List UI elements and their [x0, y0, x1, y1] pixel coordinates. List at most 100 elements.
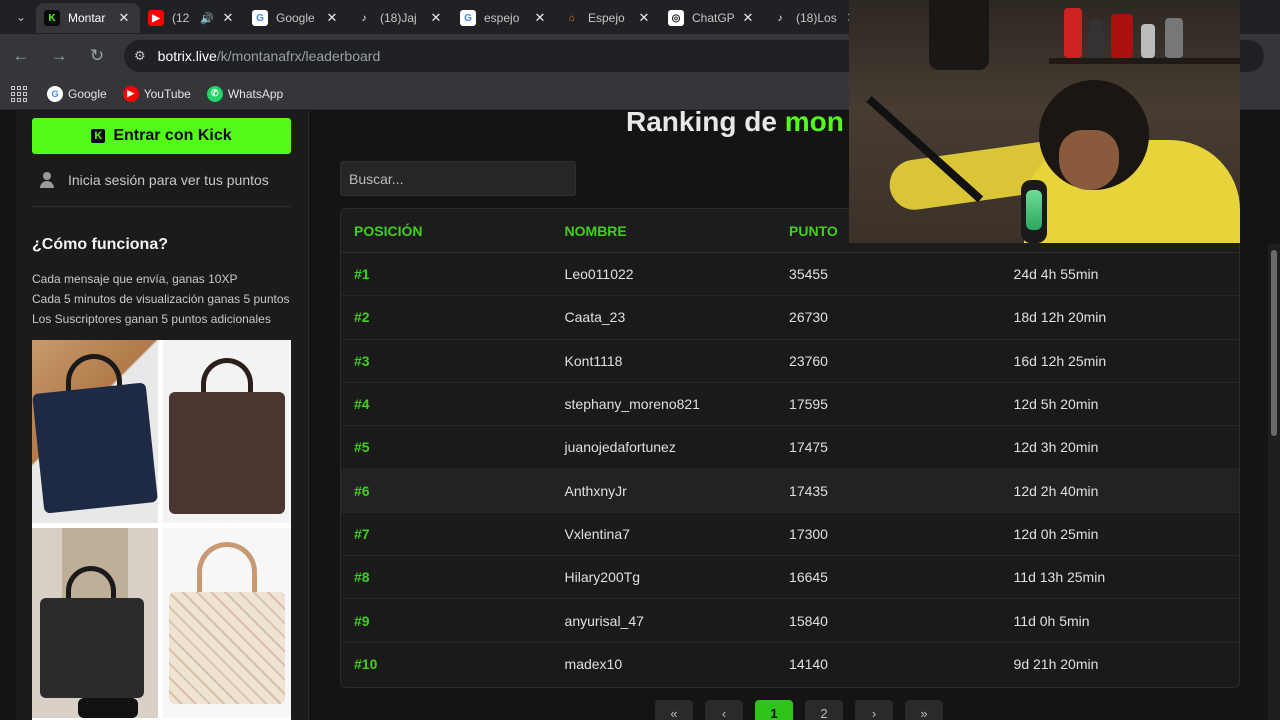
channel-name: mon: [784, 111, 844, 137]
page-button[interactable]: ›: [855, 700, 893, 720]
points-cell: 16645: [789, 569, 828, 586]
page-title: Ranking de mon: [626, 111, 844, 138]
tab-search-chevron-icon[interactable]: ⌄: [6, 4, 36, 30]
apps-grid-icon[interactable]: [11, 85, 27, 102]
tab-favicon-icon: ♪: [772, 10, 788, 26]
watchtime-cell: 18d 12h 20min: [1013, 309, 1107, 326]
points-cell: 15840: [789, 612, 828, 629]
search-input[interactable]: [340, 161, 576, 196]
rank-cell: #6: [354, 482, 370, 499]
watchtime-cell: 12d 5h 20min: [1013, 396, 1099, 413]
tab-close-icon[interactable]: ✕: [636, 10, 652, 26]
username-cell: anyurisal_47: [564, 612, 644, 629]
rank-cell: #3: [354, 352, 370, 369]
username-cell: Caata_23: [564, 309, 626, 326]
back-arrow-icon[interactable]: ←: [4, 39, 38, 73]
table-row[interactable]: #9 anyurisal_47 15840 11d 0h 5min: [341, 599, 1239, 643]
points-cell: 17300: [789, 525, 828, 542]
how-line: Los Suscriptores ganan 5 puntos adiciona…: [32, 312, 271, 326]
column-header-name[interactable]: NOMBRE: [565, 223, 790, 239]
page-title-prefix: Ranking de: [626, 111, 785, 137]
login-kick-button[interactable]: K Entrar con Kick: [32, 118, 291, 154]
tab-close-icon[interactable]: ✕: [116, 10, 132, 26]
bookmark-youtube[interactable]: ▶ YouTube: [122, 85, 191, 102]
ad-image-navy-bag: [32, 340, 158, 523]
browser-tab[interactable]: ⌂ Espejo ✕: [556, 3, 660, 33]
table-row[interactable]: #10 madex10 14140 9d 21h 20min: [341, 643, 1239, 686]
table-row[interactable]: #3 Kont1118 23760 16d 12h 25min: [341, 340, 1239, 383]
table-row[interactable]: #1 Leo011022 35455 24d 4h 55min: [341, 253, 1239, 297]
table-row[interactable]: #5 juanojedafortunez 17475 12d 3h 20min: [341, 426, 1239, 470]
scrollbar-thumb[interactable]: [1271, 250, 1277, 436]
page-button[interactable]: 2: [805, 700, 843, 720]
rank-cell: #8: [354, 569, 370, 586]
tab-close-icon[interactable]: ✕: [740, 10, 756, 26]
tab-close-icon[interactable]: ✕: [220, 10, 236, 26]
tab-close-icon[interactable]: ✕: [324, 10, 340, 26]
rank-cell: #5: [354, 439, 370, 456]
page-scrollbar[interactable]: [1268, 244, 1280, 720]
tab-favicon-icon: ♪: [356, 10, 372, 26]
username-cell: stephany_moreno821: [564, 396, 700, 413]
page-button[interactable]: «: [655, 700, 693, 720]
bookmark-label: YouTube: [143, 86, 191, 101]
table-row[interactable]: #7 Vxlentina7 17300 12d 0h 25min: [341, 513, 1239, 557]
kick-logo-icon: K: [91, 129, 106, 143]
tab-audio-icon[interactable]: 🔊: [200, 12, 214, 25]
rank-cell: #10: [354, 656, 378, 673]
table-row[interactable]: #2 Caata_23 26730 18d 12h 20min: [341, 296, 1239, 340]
forward-arrow-icon[interactable]: →: [42, 39, 76, 73]
webcam-overlay: [849, 0, 1240, 243]
tab-favicon-icon: ⌂: [564, 10, 580, 26]
tab-title: (12: [172, 11, 190, 25]
points-cell: 17595: [789, 396, 828, 413]
watchtime-cell: 12d 2h 40min: [1013, 482, 1099, 499]
ad-image-brown-bag: [163, 340, 291, 523]
pagination: « ‹ 1 2 › »: [655, 700, 943, 720]
username-cell: madex10: [564, 656, 623, 673]
tab-favicon-icon: G: [460, 10, 476, 26]
watchtime-cell: 24d 4h 55min: [1013, 266, 1099, 283]
username-cell: Kont1118: [564, 352, 623, 369]
reload-icon[interactable]: ↻: [80, 39, 114, 73]
browser-tab[interactable]: G Google ✕: [244, 3, 348, 33]
browser-tab[interactable]: K Montar ✕: [36, 3, 140, 33]
tab-favicon-icon: K: [44, 10, 60, 26]
points-cell: 26730: [789, 309, 828, 326]
login-hint: Inicia sesión para ver tus puntos: [40, 172, 269, 188]
ad-banner[interactable]: [32, 340, 291, 720]
tab-close-icon[interactable]: ✕: [532, 10, 548, 26]
page-button[interactable]: ‹: [705, 700, 743, 720]
tab-title: (18)Los: [796, 11, 837, 25]
points-cell: 23760: [789, 352, 828, 369]
column-header-position[interactable]: POSICIÓN: [341, 223, 565, 239]
username-cell: Leo011022: [564, 266, 634, 283]
points-cell: 14140: [789, 656, 828, 673]
user-icon: [40, 172, 54, 188]
tab-title: Montar: [68, 11, 106, 25]
bookmark-google[interactable]: G Google: [47, 85, 107, 102]
browser-tab[interactable]: ▶ (12 🔊 ✕: [140, 3, 244, 33]
watchtime-cell: 9d 21h 20min: [1013, 656, 1099, 673]
browser-tab[interactable]: ♪ (18)Jaj ✕: [348, 3, 452, 33]
table-row[interactable]: #8 Hilary200Tg 16645 11d 13h 25min: [341, 556, 1239, 600]
rank-cell: #4: [354, 396, 370, 413]
bookmark-whatsapp[interactable]: ✆ WhatsApp: [206, 85, 283, 102]
page-button[interactable]: »: [905, 700, 943, 720]
url-path: /k/montanafrx/leaderboard: [216, 48, 381, 64]
tab-favicon-icon: ▶: [148, 10, 164, 26]
table-row[interactable]: #6 AnthxnyJr 17435 12d 2h 40min: [341, 469, 1239, 513]
site-info-icon[interactable]: ⚙: [134, 48, 146, 64]
username-cell: juanojedafortunez: [564, 439, 676, 456]
points-cell: 17475: [789, 439, 828, 456]
tab-close-icon[interactable]: ✕: [428, 10, 444, 26]
browser-tab[interactable]: Gespejo ✕: [452, 3, 556, 33]
rank-cell: #1: [354, 266, 370, 283]
browser-tab[interactable]: ◎ ChatGP ✕: [660, 3, 764, 33]
bookmark-label: Google: [68, 86, 107, 101]
table-row[interactable]: #4 stephany_moreno821 17595 12d 5h 20min: [341, 383, 1239, 427]
ad-image-model-bag: [32, 528, 158, 718]
page-button[interactable]: 1: [755, 700, 793, 720]
login-hint-text: Inicia sesión para ver tus puntos: [68, 172, 269, 188]
tab-title: Google: [276, 11, 315, 25]
